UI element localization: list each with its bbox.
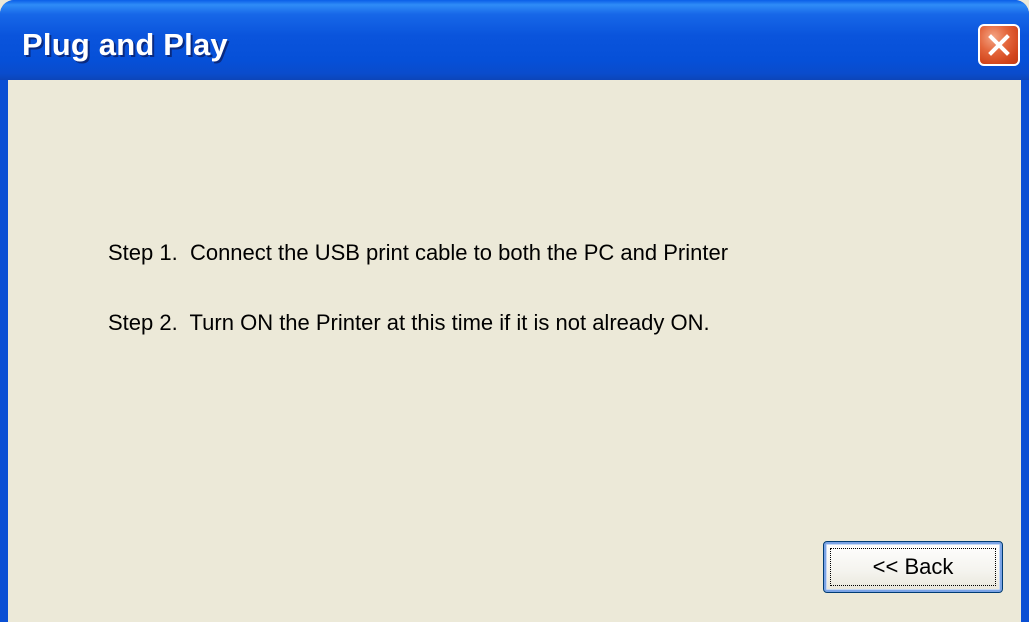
back-button[interactable]: << Back [823, 541, 1003, 593]
step-1-instruction: Step 1. Connect the USB print cable to b… [108, 240, 729, 265]
plug-and-play-dialog: Plug and Play Step 1. Connect the USB pr… [0, 0, 1029, 622]
back-button-label: << Back [872, 554, 954, 579]
step-2-instruction: Step 2. Turn ON the Printer at this time… [108, 310, 710, 335]
title-bar[interactable]: Plug and Play [0, 0, 1029, 80]
close-icon [988, 34, 1010, 56]
window-title: Plug and Play [22, 27, 228, 62]
dialog-body: Step 1. Connect the USB print cable to b… [8, 80, 1021, 622]
close-button[interactable] [978, 24, 1020, 66]
